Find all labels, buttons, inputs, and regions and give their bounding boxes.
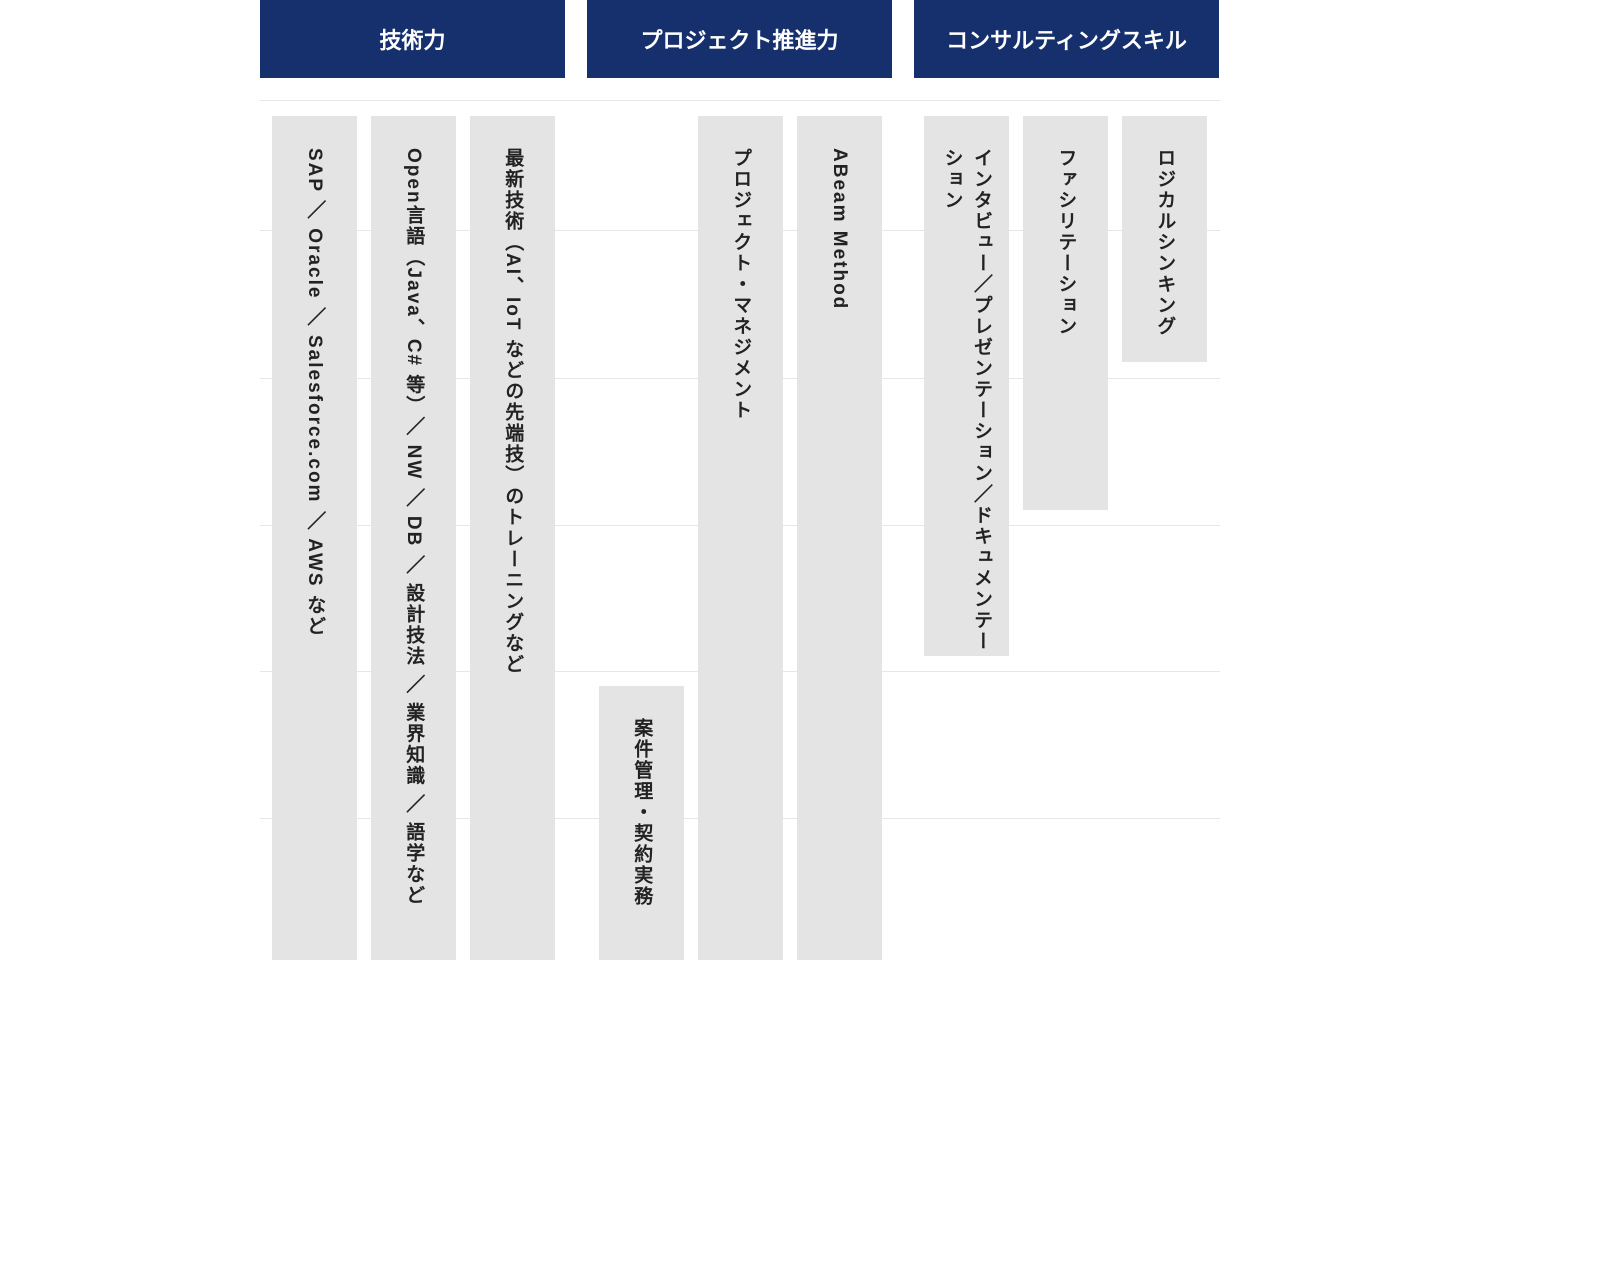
pillar-logical: ロジカルシンキング (1122, 116, 1207, 362)
header-tech: 技術力 (260, 0, 565, 78)
pillar-sap-oracle-label: SAP ／ Oracle ／ Salesforce.com ／ AWS など (300, 148, 329, 637)
pillar-sap-oracle: SAP ／ Oracle ／ Salesforce.com ／ AWS など (272, 116, 357, 960)
pillar-facilitation-label: ファシリテーション (1051, 148, 1080, 337)
pillar-facilitation: ファシリテーション (1023, 116, 1108, 510)
header-tech-label: 技術力 (379, 23, 445, 55)
grid-area: SAP ／ Oracle ／ Salesforce.com ／ AWS など O… (260, 78, 1220, 998)
diagram-container: 技術力 プロジェクト推進力 コンサルティングスキル SAP ／ Oracle ／… (260, 0, 1220, 998)
pillar-latest-tech-label: 最新技術（AI、IoT などの先端技）のトレーニングなど (498, 148, 527, 675)
pillar-interview: インタビュー／プレゼンテーション／ドキュメンテーション (924, 116, 1009, 656)
pillar-open-lang: Open言語（Java、C# 等）／ NW ／ DB ／ 設計技法 ／ 業界知識… (371, 116, 456, 960)
pillar-logical-label: ロジカルシンキング (1150, 148, 1179, 337)
pillar-anken: 案件管理・契約実務 (599, 686, 684, 960)
gridline (260, 100, 1220, 101)
pillar-pm-label: プロジェクト・マネジメント (726, 148, 755, 421)
header-consulting-label: コンサルティングスキル (946, 23, 1187, 55)
header-project: プロジェクト推進力 (587, 0, 892, 78)
pillar-abeam-label: ABeam Method (825, 148, 854, 310)
header-project-label: プロジェクト推進力 (640, 23, 838, 55)
pillar-interview-label: インタビュー／プレゼンテーション／ドキュメンテーション (937, 148, 996, 656)
pillar-abeam: ABeam Method (797, 116, 882, 960)
header-consulting: コンサルティングスキル (914, 0, 1219, 78)
header-row: 技術力 プロジェクト推進力 コンサルティングスキル (260, 0, 1220, 78)
pillar-latest-tech: 最新技術（AI、IoT などの先端技）のトレーニングなど (470, 116, 555, 960)
pillar-anken-label: 案件管理・契約実務 (627, 718, 656, 907)
pillar-open-lang-label: Open言語（Java、C# 等）／ NW ／ DB ／ 設計技法 ／ 業界知識… (399, 148, 428, 906)
pillar-pm: プロジェクト・マネジメント (698, 116, 783, 960)
